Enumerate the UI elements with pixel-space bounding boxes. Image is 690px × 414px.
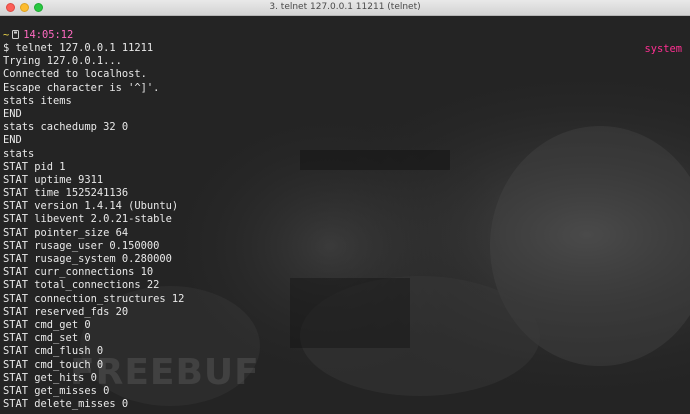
output-line: STAT libevent 2.0.21-stable — [3, 213, 172, 226]
output-line: STAT cmd_touch 0 — [3, 358, 104, 371]
output-line: STAT get_misses 0 — [3, 384, 110, 397]
output-line: stats items — [3, 94, 72, 107]
output-line: END — [3, 134, 22, 147]
output-line: Escape character is '^]'. — [3, 81, 160, 94]
output-line: Connected to localhost. — [3, 68, 147, 81]
output-line: END — [3, 107, 22, 120]
prompt-tilde: ~ — [3, 29, 10, 41]
output-line: STAT reserved_fds 20 — [3, 305, 129, 318]
prompt-line: ~14:05:12 — [3, 29, 73, 42]
output-line: stats — [3, 147, 35, 160]
output-line: STAT rusage_system 0.280000 — [3, 253, 172, 265]
output-line: STAT rusage_user 0.150000 — [3, 239, 160, 252]
output-line: $ telnet 127.0.0.1 11211 — [3, 42, 154, 54]
output-line: STAT get_hits 0 — [3, 371, 97, 384]
output-line: STAT total_connections 22 — [3, 279, 160, 292]
output-line: STAT curr_connections 10 — [3, 266, 154, 279]
output-line: STAT pid 1 — [3, 160, 66, 173]
output-line: STAT cmd_flush 0 — [3, 345, 104, 358]
output-line: STAT delete_misses 0 — [3, 398, 129, 411]
right-prompt: system — [644, 43, 682, 55]
terminal-window: 3. telnet 127.0.0.1 11211 (telnet) ~14:0… — [0, 0, 690, 414]
title-bar[interactable]: 3. telnet 127.0.0.1 11211 (telnet) — [0, 0, 690, 16]
prompt-time: 14:05:12 — [23, 29, 74, 41]
output-line: Trying 127.0.0.1... — [3, 55, 122, 68]
output-line: STAT cmd_set 0 — [3, 332, 91, 345]
window-title: 3. telnet 127.0.0.1 11211 (telnet) — [269, 2, 421, 12]
output-lines: $ telnet 127.0.0.1 11211 Trying 127.0.0.… — [3, 42, 184, 411]
terminal-output[interactable]: ~14:05:12 system $ telnet 127.0.0.1 1121… — [0, 16, 690, 414]
output-line: stats cachedump 32 0 — [3, 121, 129, 134]
output-line: STAT connection_structures 12 — [3, 292, 185, 305]
disk-icon — [12, 30, 20, 39]
output-line: STAT version 1.4.14 (Ubuntu) — [3, 200, 179, 213]
output-line: STAT uptime 9311 — [3, 173, 104, 186]
output-line: STAT cmd_get 0 — [3, 318, 91, 331]
output-line: STAT time 1525241136 — [3, 187, 129, 200]
output-line: STAT pointer_size 64 — [3, 226, 129, 239]
